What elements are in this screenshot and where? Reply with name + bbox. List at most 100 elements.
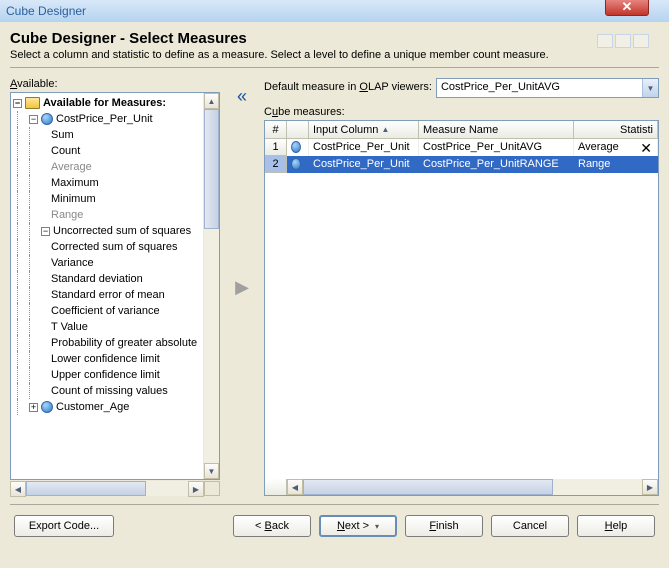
window-title: Cube Designer [6, 4, 86, 18]
tree-item-label: Lower confidence limit [51, 353, 160, 365]
next-button[interactable]: Next >▾ [319, 515, 397, 537]
grid-header: # Input Column▲ Measure Name Statisti [265, 121, 658, 139]
tree-item[interactable]: − CostPrice_Per_Unit [13, 111, 203, 127]
scroll-right-button[interactable]: ▶ [188, 481, 204, 497]
tree-item-label: Upper confidence limit [51, 369, 160, 381]
scroll-corner [204, 481, 220, 496]
measure-icon [41, 401, 53, 413]
page-description: Select a column and statistic to define … [10, 49, 659, 61]
tree-item[interactable]: Range [13, 207, 203, 223]
tree-item[interactable]: Variance [13, 255, 203, 271]
aux-window-icon[interactable] [597, 34, 613, 48]
tree-item[interactable]: Average [13, 159, 203, 175]
scroll-down-button[interactable]: ▼ [204, 463, 219, 479]
tree-item[interactable]: Probability of greater absolute [13, 335, 203, 351]
tree-item[interactable]: T Value [13, 319, 203, 335]
row-number: 2 [265, 156, 287, 173]
help-button[interactable]: Help [577, 515, 655, 537]
col-input[interactable]: Input Column▲ [309, 121, 419, 138]
default-measure-combo[interactable]: CostPrice_Per_UnitAVG ▼ [436, 78, 659, 98]
divider [10, 67, 659, 68]
tree-item-label: Count of missing values [51, 385, 168, 397]
export-code-button[interactable]: Export Code... [14, 515, 114, 537]
tree-item[interactable]: Minimum [13, 191, 203, 207]
tree-root-label: Available for Measures: [43, 97, 166, 109]
sort-asc-icon: ▲ [381, 125, 389, 134]
tree-item-label: Count [51, 145, 80, 157]
tree-item[interactable]: −Uncorrected sum of squares [13, 223, 203, 239]
col-icon[interactable] [287, 121, 309, 138]
row-number: 1 [265, 139, 287, 156]
scroll-hthumb[interactable] [303, 479, 553, 495]
aux-window-icon[interactable] [615, 34, 631, 48]
available-tree[interactable]: −Available for Measures:−CostPrice_Per_U… [10, 92, 220, 480]
tree-item-label: Sum [51, 129, 74, 141]
default-measure-value: CostPrice_Per_UnitAVG [437, 79, 642, 97]
tree-item[interactable]: + Customer_Age [13, 399, 203, 415]
scroll-left-button[interactable]: ◀ [10, 481, 26, 497]
tree-item-label: T Value [51, 321, 88, 333]
window-close-button[interactable]: ✕ [605, 0, 649, 16]
tree-item[interactable]: Count [13, 143, 203, 159]
folder-icon [25, 97, 40, 109]
tree-item-label: Customer_Age [56, 401, 129, 413]
tree-item-label: Minimum [51, 193, 96, 205]
chevron-down-icon[interactable]: ▼ [642, 79, 658, 97]
tree-item[interactable]: Count of missing values [13, 383, 203, 399]
scroll-right-button[interactable]: ▶ [642, 479, 658, 495]
add-icon: ▶ [235, 277, 249, 298]
tree-item-label: Standard error of mean [51, 289, 165, 301]
grid-hscrollbar[interactable]: ◀ ▶ [265, 479, 658, 495]
tree-item[interactable]: Corrected sum of squares [13, 239, 203, 255]
remove-row-icon[interactable]: ✕ [640, 140, 652, 157]
table-row[interactable]: 2CostPrice_Per_UnitCostPrice_Per_UnitRAN… [265, 156, 658, 173]
scroll-thumb[interactable] [204, 109, 219, 229]
cube-measures-grid[interactable]: # Input Column▲ Measure Name Statisti 1 C… [264, 120, 659, 496]
tree-item-label: Variance [51, 257, 94, 269]
scroll-up-button[interactable]: ▲ [204, 93, 219, 109]
title-bar: Cube Designer ✕ [0, 0, 669, 22]
tree-item-label: Uncorrected sum of squares [53, 225, 191, 237]
cell-measure: CostPrice_Per_UnitAVG [419, 139, 574, 156]
tree-item-label: Range [51, 209, 83, 221]
col-num[interactable]: # [265, 121, 287, 138]
measure-icon [41, 113, 53, 125]
remove-all-icon[interactable]: « [237, 86, 247, 107]
finish-button[interactable]: Finish [405, 515, 483, 537]
collapse-icon[interactable]: − [29, 115, 38, 124]
cell-input: CostPrice_Per_Unit [309, 139, 419, 156]
tree-item-label: Maximum [51, 177, 99, 189]
tree-item[interactable]: Sum [13, 127, 203, 143]
measure-icon [291, 141, 301, 153]
scroll-hthumb[interactable] [26, 481, 146, 496]
tree-item[interactable]: Standard error of mean [13, 287, 203, 303]
tree-item[interactable]: Coefficient of variance [13, 303, 203, 319]
tree-item-label: Probability of greater absolute [51, 337, 197, 349]
tree-item-label: Corrected sum of squares [51, 241, 178, 253]
default-measure-label: Default measure in OLAP viewers: [264, 81, 432, 93]
cancel-button[interactable]: Cancel [491, 515, 569, 537]
scroll-left-button[interactable]: ◀ [287, 479, 303, 495]
tree-item-label: Average [51, 161, 92, 173]
col-measure[interactable]: Measure Name [419, 121, 574, 138]
table-row[interactable]: 1 CostPrice_Per_UnitCostPrice_Per_UnitAVG… [265, 139, 658, 156]
collapse-icon[interactable]: − [13, 99, 22, 108]
tree-vscrollbar[interactable]: ▲ ▼ [203, 93, 219, 479]
aux-window-icon[interactable] [633, 34, 649, 48]
collapse-icon[interactable]: − [41, 227, 50, 236]
tree-item-label: Coefficient of variance [51, 305, 160, 317]
expand-icon[interactable]: + [29, 403, 38, 412]
page-title: Cube Designer - Select Measures [10, 30, 659, 47]
tree-item[interactable]: Lower confidence limit [13, 351, 203, 367]
measure-icon [291, 158, 301, 170]
tree-hscrollbar[interactable]: ◀ ▶ [10, 480, 220, 496]
tree-item[interactable]: Maximum [13, 175, 203, 191]
tree-item[interactable]: Upper confidence limit [13, 367, 203, 383]
tree-root[interactable]: − Available for Measures: [13, 95, 203, 111]
tree-item-label: CostPrice_Per_Unit [56, 113, 153, 125]
tree-item[interactable]: Standard deviation [13, 271, 203, 287]
col-stat[interactable]: Statisti [574, 121, 658, 138]
tree-item-label: Standard deviation [51, 273, 143, 285]
back-button[interactable]: < Back [233, 515, 311, 537]
cell-stat: Range [574, 156, 658, 173]
